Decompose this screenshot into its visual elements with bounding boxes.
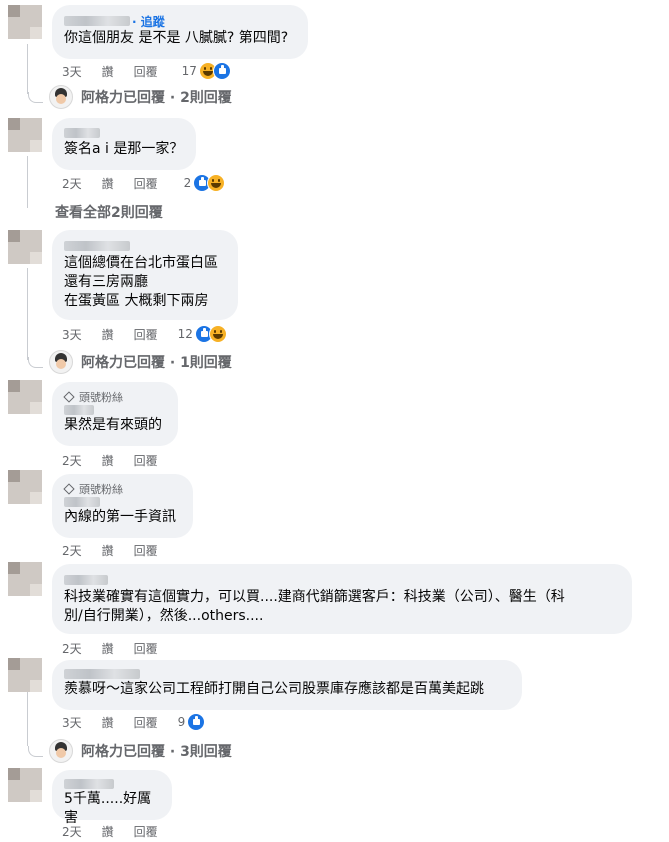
reaction-count: 9 xyxy=(177,715,186,729)
comment-bubble: 5千萬.....好厲害 xyxy=(52,770,172,826)
commenter-avatar[interactable] xyxy=(8,118,42,152)
commenter-avatar[interactable] xyxy=(8,380,42,414)
reply-connector xyxy=(28,745,43,757)
commenter-name[interactable] xyxy=(64,128,100,138)
commenter-name[interactable] xyxy=(64,405,94,415)
reaction-summary[interactable]: 2 xyxy=(184,174,226,192)
reaction-summary[interactable]: 12 xyxy=(178,325,227,343)
comment-actions: 2天 讚 回覆 xyxy=(62,640,178,656)
like-button[interactable]: 讚 xyxy=(102,326,114,343)
top-fan-badge: 頭號粉絲 xyxy=(63,390,166,404)
commenter-avatar[interactable] xyxy=(8,562,42,596)
commenter-name[interactable] xyxy=(64,779,114,789)
reply-button[interactable]: 回覆 xyxy=(134,542,158,559)
commenter-avatar[interactable] xyxy=(8,470,42,504)
commenter-name[interactable] xyxy=(64,241,130,251)
comment-text: 羨慕呀～這家公司工程師打開自己公司股票庫存應該都是百萬美起跳 xyxy=(64,681,484,697)
comment-bubble: 科技業確實有這個實力，可以買....建商代銷篩選客戶：科技業（公司）、醫生（科 … xyxy=(52,564,632,634)
comment-text: 內線的第一手資訊 xyxy=(64,509,176,525)
reply-connector xyxy=(28,91,43,103)
commenter-avatar[interactable] xyxy=(8,658,42,692)
comment-actions: 3天 讚 回覆 12 xyxy=(62,325,227,343)
reply-connector xyxy=(28,356,43,368)
comment-time[interactable]: 2天 xyxy=(62,823,82,840)
top-fan-label: 頭號粉絲 xyxy=(79,483,123,496)
comment-time[interactable]: 3天 xyxy=(62,63,82,80)
reaction-summary[interactable]: 17 xyxy=(182,62,231,80)
like-button[interactable]: 讚 xyxy=(102,714,114,731)
like-button[interactable]: 讚 xyxy=(102,823,114,840)
thread-line xyxy=(27,156,28,208)
reply-button[interactable]: 回覆 xyxy=(134,823,158,840)
commenter-avatar[interactable] xyxy=(8,768,42,802)
comment-bubble: 羨慕呀～這家公司工程師打開自己公司股票庫存應該都是百萬美起跳 xyxy=(52,660,522,710)
comment-actions: 2天 讚 回覆 2 xyxy=(62,174,226,192)
reply-button[interactable]: 回覆 xyxy=(134,175,158,192)
comment-time[interactable]: 3天 xyxy=(62,714,82,731)
haha-reaction-icon xyxy=(208,325,227,343)
like-button[interactable]: 讚 xyxy=(102,175,114,192)
reply-button[interactable]: 回覆 xyxy=(134,714,158,731)
comment-text: 你這個朋友 是不是 八膩膩? 第四間? xyxy=(64,30,289,46)
comment-time[interactable]: 2天 xyxy=(62,452,82,469)
comment-bubble: 頭號粉絲 果然是有來頭的 xyxy=(52,382,178,446)
comment-actions: 2天 讚 回覆 xyxy=(62,823,178,839)
comment-time[interactable]: 2天 xyxy=(62,175,82,192)
top-fan-badge-icon xyxy=(63,391,75,403)
commenter-name[interactable] xyxy=(64,16,130,26)
top-fan-badge-icon xyxy=(63,483,75,495)
reaction-count: 12 xyxy=(177,327,193,341)
reply-summary[interactable]: 阿格力已回覆 · 3則回覆 xyxy=(28,739,232,763)
haha-reaction-icon xyxy=(207,174,226,192)
view-all-replies-link[interactable]: 查看全部2則回覆 xyxy=(55,202,163,222)
replier-avatar xyxy=(49,739,73,763)
reaction-summary[interactable]: 9 xyxy=(178,713,206,731)
comment-bubble: 這個總價在台北市蛋白區 還有三房兩廳 在蛋黃區 大概剩下兩房 xyxy=(52,230,238,320)
comment-time[interactable]: 3天 xyxy=(62,326,82,343)
follow-link[interactable]: · 追蹤 xyxy=(132,13,165,30)
comment-bubble: · 追蹤 你這個朋友 是不是 八膩膩? 第四間? xyxy=(52,5,308,59)
replier-avatar xyxy=(49,85,73,109)
like-reaction-icon xyxy=(187,713,206,731)
reply-summary[interactable]: 阿格力已回覆 · 2則回覆 xyxy=(28,85,232,109)
reply-summary[interactable]: 阿格力已回覆 · 1則回覆 xyxy=(28,350,232,374)
comment-text: 這個總價在台北市蛋白區 還有三房兩廳 在蛋黃區 大概剩下兩房 xyxy=(64,255,218,309)
reply-button[interactable]: 回覆 xyxy=(134,63,158,80)
comment-text: 科技業確實有這個實力，可以買....建商代銷篩選客戶：科技業（公司）、醫生（科 … xyxy=(64,589,565,624)
reply-button[interactable]: 回覆 xyxy=(134,640,158,657)
comment-text: 果然是有來頭的 xyxy=(64,417,162,433)
comment-actions: 2天 讚 回覆 xyxy=(62,542,178,558)
top-fan-badge: 頭號粉絲 xyxy=(63,482,181,496)
reaction-count: 2 xyxy=(183,176,192,190)
comment-bubble: 頭號粉絲 內線的第一手資訊 xyxy=(52,474,193,538)
commenter-avatar[interactable] xyxy=(8,5,42,39)
commenter-name[interactable] xyxy=(64,575,108,585)
comment-actions: 3天 讚 回覆 17 xyxy=(62,62,231,80)
top-fan-label: 頭號粉絲 xyxy=(79,391,123,404)
like-button[interactable]: 讚 xyxy=(102,452,114,469)
reply-summary-text: 阿格力已回覆 · 3則回覆 xyxy=(81,744,232,760)
like-button[interactable]: 讚 xyxy=(102,542,114,559)
commenter-avatar[interactable] xyxy=(8,230,42,264)
comment-time[interactable]: 2天 xyxy=(62,640,82,657)
reaction-count: 17 xyxy=(181,64,197,78)
reply-summary-text: 阿格力已回覆 · 1則回覆 xyxy=(81,355,232,371)
like-reaction-icon xyxy=(212,62,231,80)
comment-actions: 2天 讚 回覆 xyxy=(62,452,178,468)
reply-summary-text: 阿格力已回覆 · 2則回覆 xyxy=(81,90,232,106)
commenter-name[interactable] xyxy=(64,669,140,679)
like-button[interactable]: 讚 xyxy=(102,640,114,657)
reply-button[interactable]: 回覆 xyxy=(134,452,158,469)
thread-line xyxy=(27,268,28,360)
comment-bubble: 簽名a i 是那一家？ xyxy=(52,118,196,170)
comment-actions: 3天 讚 回覆 9 xyxy=(62,713,206,731)
like-button[interactable]: 讚 xyxy=(102,63,114,80)
comment-text: 簽名a i 是那一家？ xyxy=(64,141,184,157)
comment-time[interactable]: 2天 xyxy=(62,542,82,559)
reply-button[interactable]: 回覆 xyxy=(134,326,158,343)
replier-avatar xyxy=(49,350,73,374)
thread-line xyxy=(27,690,28,746)
commenter-name[interactable] xyxy=(64,497,100,507)
